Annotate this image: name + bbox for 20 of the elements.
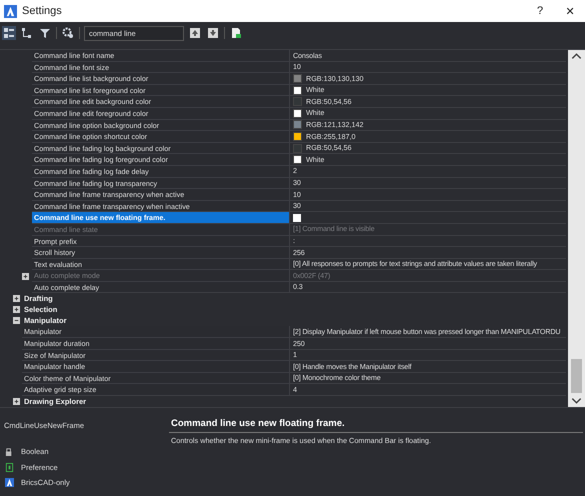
window-title: Settings [22,5,62,17]
scroll-thumb[interactable] [571,359,582,393]
app-logo-icon [5,478,14,488]
document-icon[interactable] [229,26,243,40]
expand-icon[interactable] [13,295,20,302]
description-title: Command line use new floating frame. [169,414,583,433]
down-arrow-button[interactable] [206,26,220,40]
scrollbar[interactable] [568,50,585,407]
expand-icon[interactable] [13,317,20,324]
list-view-icon[interactable] [2,26,16,40]
checkbox[interactable] [293,214,301,222]
app-logo-icon [4,4,17,18]
document-icon [5,462,14,472]
expand-icon[interactable] [13,306,20,314]
expand-icon[interactable] [13,398,20,405]
up-arrow-button[interactable] [188,26,202,40]
gear-icon[interactable] [61,26,75,40]
filter-icon[interactable] [38,26,52,40]
tree-icon[interactable] [20,26,34,40]
lock-icon [5,447,14,456]
